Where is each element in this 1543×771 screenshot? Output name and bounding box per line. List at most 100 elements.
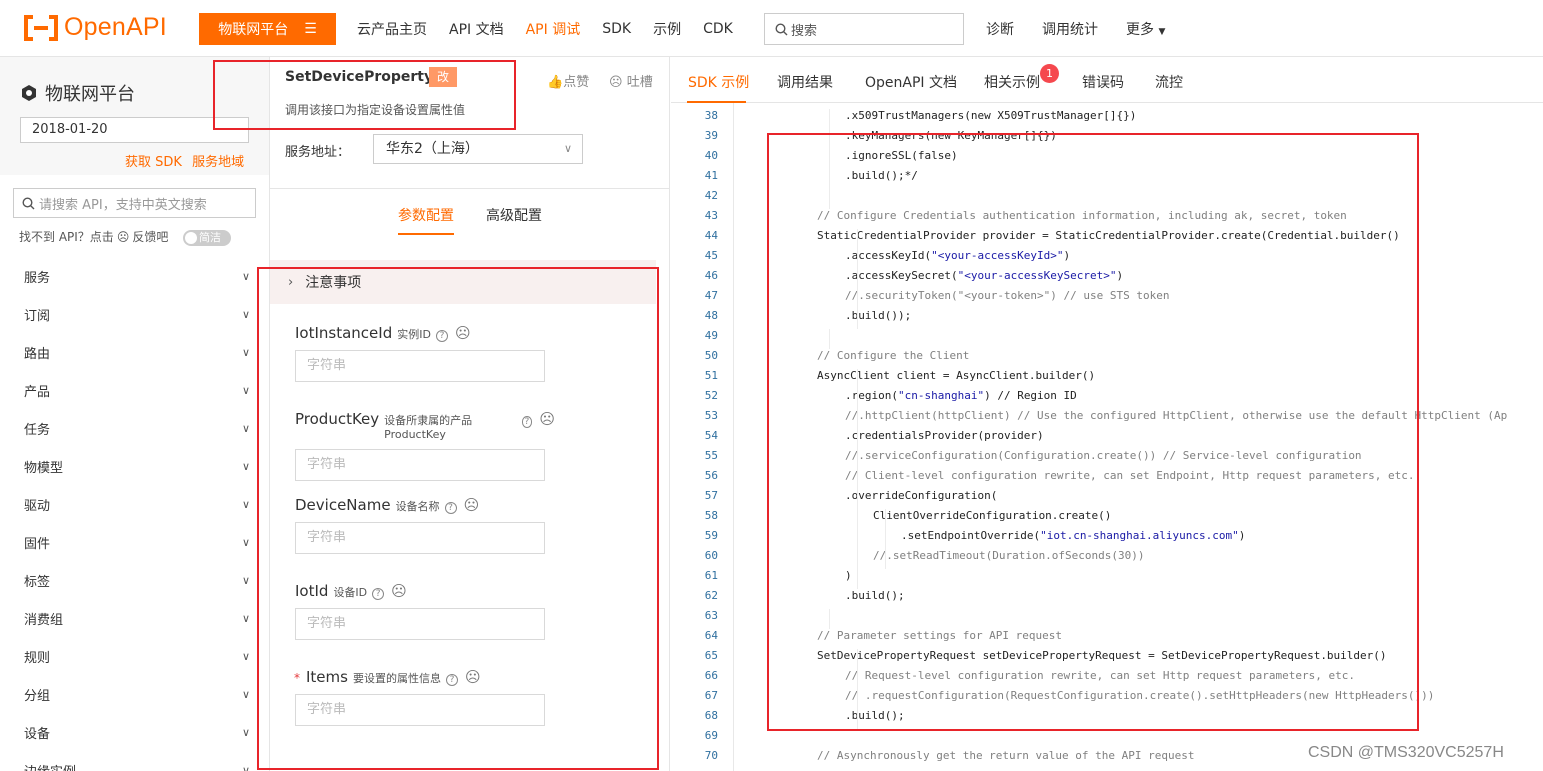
- sidebar-category-item[interactable]: 物模型 ∨: [0, 447, 269, 485]
- line-number: 38: [704, 109, 718, 122]
- feedback-link[interactable]: 反馈吧: [132, 228, 168, 245]
- tab-param-config[interactable]: 参数配置: [398, 205, 454, 225]
- tab-sdk-example[interactable]: SDK 示例: [688, 72, 749, 92]
- required-marker: *: [294, 671, 300, 685]
- code-line: .overrideConfiguration(: [845, 489, 998, 502]
- complain-button[interactable]: ☹ 吐槽: [609, 71, 653, 90]
- sidebar-category-item[interactable]: 服务 ∨: [0, 257, 269, 295]
- nav-api-docs[interactable]: API 文档: [438, 19, 515, 39]
- param-input[interactable]: 字符串: [295, 522, 545, 554]
- tab-openapi-doc[interactable]: OpenAPI 文档: [865, 72, 957, 92]
- param-input-placeholder: 字符串: [307, 457, 347, 472]
- line-number: 56: [704, 469, 718, 482]
- sidebar-category-item[interactable]: 边缘实例 ∨: [0, 751, 269, 771]
- code-line: .x509TrustManagers(new X509TrustManager[…: [845, 109, 1137, 122]
- complain-label: 吐槽: [626, 75, 653, 90]
- help-icon[interactable]: ?: [445, 674, 458, 686]
- param-label: IotInstanceId 实例ID? ☹: [295, 324, 555, 342]
- line-number: 64: [704, 629, 718, 642]
- sidebar-category-item[interactable]: 消费组 ∨: [0, 599, 269, 637]
- tab-call-result[interactable]: 调用结果: [777, 72, 833, 92]
- line-number: 58: [704, 509, 718, 522]
- api-debug-pane: SetDeviceProperty 改 👍点赞 ☹ 吐槽 调用该接口为指定设备设…: [270, 57, 670, 771]
- nav-cdk[interactable]: CDK: [692, 21, 744, 37]
- param-input[interactable]: 字符串: [295, 608, 545, 640]
- tab-flow-control[interactable]: 流控: [1155, 72, 1183, 92]
- param-field: * Items 要设置的属性信息? ☹ 字符串: [294, 668, 555, 726]
- param-input[interactable]: 字符串: [295, 350, 545, 382]
- help-icon[interactable]: ?: [521, 416, 533, 428]
- code-line: // Parameter settings for API request: [817, 629, 1063, 642]
- code-line: .build());: [845, 309, 912, 322]
- notice-collapsible[interactable]: › 注意事项: [270, 260, 656, 304]
- related-examples-count-badge: 1: [1040, 64, 1059, 83]
- product-title: 物联网平台: [20, 80, 135, 106]
- tab-related-examples[interactable]: 相关示例: [984, 72, 1040, 92]
- code-line: //.securityToken("<your-token>") // use …: [845, 289, 1170, 302]
- code-line: .credentialsProvider(provider): [845, 429, 1044, 442]
- help-icon[interactable]: ?: [444, 502, 457, 514]
- sidebar-category-label: 设备: [24, 726, 51, 742]
- compact-toggle[interactable]: 简洁: [183, 230, 231, 246]
- nav-call-stats[interactable]: 调用统计: [1028, 19, 1112, 39]
- code-line: AsyncClient client = AsyncClient.builder…: [817, 369, 1096, 382]
- param-input[interactable]: 字符串: [295, 449, 545, 481]
- sidebar-category-item[interactable]: 任务 ∨: [0, 409, 269, 447]
- code-line: .ignoreSSL(false): [845, 149, 958, 162]
- param-field: IotInstanceId 实例ID? ☹ 字符串: [295, 324, 555, 382]
- product-switcher-button[interactable]: 物联网平台 ☰: [199, 13, 336, 45]
- global-search-input[interactable]: 搜索: [764, 13, 964, 45]
- code-line: //.serviceConfiguration(Configuration.cr…: [845, 449, 1362, 462]
- sidebar-category-item[interactable]: 分组 ∨: [0, 675, 269, 713]
- chevron-down-icon: ∨: [241, 649, 250, 663]
- caret-down-icon: ▼: [1158, 26, 1166, 37]
- sad-face-icon[interactable]: ☹: [464, 496, 480, 514]
- logo-text: OpenAPI: [64, 13, 167, 41]
- nav-diagnose[interactable]: 诊断: [972, 19, 1028, 39]
- hamburger-icon: ☰: [304, 21, 317, 37]
- sidebar-category-item[interactable]: 标签 ∨: [0, 561, 269, 599]
- category-menu: 服务 ∨ 订阅 ∨ 路由 ∨ 产品 ∨ 任务 ∨ 物模型 ∨ 驱动 ∨ 固件 ∨ 标签 ∨ 消费组 ∨ 规则 ∨ 分组 ∨ 设备…: [0, 257, 269, 771]
- sidebar-category-item[interactable]: 路由 ∨: [0, 333, 269, 371]
- sidebar-category-item[interactable]: 订阅 ∨: [0, 295, 269, 333]
- line-number: 49: [704, 329, 718, 342]
- openapi-logo[interactable]: OpenAPI: [22, 13, 167, 42]
- line-number: 47: [704, 289, 718, 302]
- line-number: 59: [704, 529, 718, 542]
- right-nav: 诊断 调用统计 更多 ▼: [972, 0, 1179, 57]
- sidebar-category-label: 订阅: [24, 308, 51, 324]
- sidebar-category-item[interactable]: 设备 ∨: [0, 713, 269, 751]
- tab-error-codes[interactable]: 错误码: [1082, 72, 1124, 92]
- sad-face-icon[interactable]: ☹: [455, 324, 471, 342]
- code-line: ClientOverrideConfiguration.create(): [873, 509, 1112, 522]
- nav-api-debug[interactable]: API 调试: [515, 19, 592, 39]
- tab-advanced-config[interactable]: 高级配置: [486, 205, 542, 225]
- line-number: 67: [704, 689, 718, 702]
- api-search-input[interactable]: 请搜索 API，支持中英文搜索: [13, 188, 256, 218]
- nav-examples[interactable]: 示例: [642, 19, 692, 39]
- nav-product-home[interactable]: 云产品主页: [346, 19, 438, 39]
- service-address-select[interactable]: 华东2（上海） ∨: [373, 134, 583, 164]
- sad-face-icon[interactable]: ☹: [465, 668, 481, 686]
- nav-more[interactable]: 更多 ▼: [1112, 19, 1179, 39]
- sidebar-category-item[interactable]: 产品 ∨: [0, 371, 269, 409]
- sad-face-icon[interactable]: ☹: [539, 410, 555, 428]
- version-select[interactable]: 2018-01-20: [20, 117, 249, 143]
- nav-sdk[interactable]: SDK: [591, 21, 642, 37]
- like-button[interactable]: 👍点赞: [547, 71, 589, 90]
- sidebar-category-item[interactable]: 规则 ∨: [0, 637, 269, 675]
- service-region-link[interactable]: 服务地域: [192, 155, 244, 170]
- help-icon[interactable]: ?: [435, 330, 448, 342]
- iot-hexagon-icon: [22, 85, 36, 101]
- sidebar-category-label: 标签: [24, 574, 51, 590]
- param-input[interactable]: 字符串: [295, 694, 545, 726]
- indent-guide: [857, 369, 858, 589]
- service-address-label: 服务地址：: [285, 145, 351, 160]
- indent-guide: [885, 509, 886, 569]
- get-sdk-link[interactable]: 获取 SDK: [125, 155, 182, 170]
- sidebar-category-item[interactable]: 固件 ∨: [0, 523, 269, 561]
- code-editor[interactable]: 38 39 40 41 42 43 44 45 46 47 48 49 50 51 52 53 54 55 56 57…: [696, 103, 1543, 771]
- sidebar-category-item[interactable]: 驱动 ∨: [0, 485, 269, 523]
- sad-face-icon[interactable]: ☹: [391, 582, 407, 600]
- help-icon[interactable]: ?: [372, 588, 385, 600]
